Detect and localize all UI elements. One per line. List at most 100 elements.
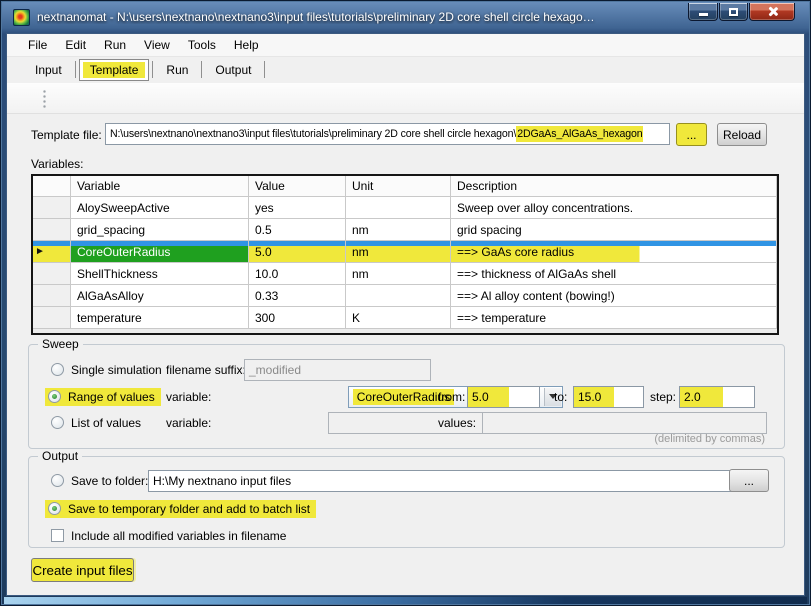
window-title: nextnanomat - N:\users\nextnano\nextnano… bbox=[37, 10, 597, 24]
cell-unit[interactable] bbox=[346, 285, 451, 307]
menu-run[interactable]: Run bbox=[95, 35, 135, 55]
cell-value[interactable]: 5.0 bbox=[249, 241, 346, 263]
cell-value[interactable]: 300 bbox=[249, 307, 346, 329]
cell-unit[interactable]: nm bbox=[346, 263, 451, 285]
single-simulation-label: Single simulation bbox=[71, 363, 162, 377]
cell-variable[interactable]: AlGaAsAlloy bbox=[71, 285, 249, 307]
tab-separator bbox=[201, 61, 202, 78]
column-header-description[interactable]: Description bbox=[451, 176, 777, 197]
cell-value[interactable]: 0.33 bbox=[249, 285, 346, 307]
range-of-values-radio[interactable] bbox=[48, 390, 61, 403]
column-header-unit[interactable]: Unit bbox=[346, 176, 451, 197]
to-label: to: bbox=[554, 390, 567, 404]
save-to-folder-radio[interactable] bbox=[51, 474, 64, 487]
column-header-variable[interactable]: Variable bbox=[71, 176, 249, 197]
maximize-icon bbox=[729, 8, 738, 16]
cell-description[interactable]: grid spacing bbox=[451, 219, 777, 241]
menu-tools[interactable]: Tools bbox=[179, 35, 225, 55]
sweep-group: Sweep Single simulation filename suffix:… bbox=[28, 344, 785, 449]
variables-label: Variables: bbox=[31, 157, 83, 171]
cell-variable[interactable]: AloySweepActive bbox=[71, 197, 249, 219]
window-bottom-edge bbox=[4, 597, 807, 604]
cell-unit[interactable]: nm bbox=[346, 241, 451, 263]
cell-variable[interactable]: ShellThickness bbox=[71, 263, 249, 285]
cell-description[interactable]: ==> Al alloy content (bowing!) bbox=[451, 285, 777, 307]
tab-separator bbox=[75, 61, 76, 78]
from-input[interactable]: 5.0 bbox=[467, 386, 540, 408]
list-of-values-radio[interactable] bbox=[51, 416, 64, 429]
maximize-button[interactable] bbox=[719, 3, 748, 21]
range-variable-label: variable: bbox=[166, 390, 211, 404]
browse-template-button[interactable]: ... bbox=[676, 123, 707, 146]
tab-run[interactable]: Run bbox=[156, 60, 198, 80]
list-of-values-label: List of values bbox=[71, 416, 141, 430]
browse-folder-button[interactable]: ... bbox=[729, 469, 769, 492]
filename-suffix-label: filename suffix: bbox=[166, 363, 246, 377]
values-input[interactable] bbox=[482, 412, 767, 434]
minimize-button[interactable] bbox=[688, 3, 718, 21]
menu-view[interactable]: View bbox=[135, 35, 179, 55]
to-input[interactable]: 15.0 bbox=[573, 386, 644, 408]
row-header-selected[interactable]: ► bbox=[33, 241, 71, 263]
close-button[interactable] bbox=[749, 3, 795, 21]
list-variable-label: variable: bbox=[166, 416, 211, 430]
include-variables-checkbox[interactable] bbox=[51, 529, 64, 542]
cell-unit[interactable]: K bbox=[346, 307, 451, 329]
cell-description[interactable]: ==> temperature bbox=[451, 307, 777, 329]
tab-template-label: Template bbox=[83, 62, 146, 78]
cell-description[interactable]: Sweep over alloy concentrations. bbox=[451, 197, 777, 219]
range-of-values-option[interactable]: Range of values bbox=[45, 388, 161, 406]
cell-description[interactable]: ==> thickness of AlGaAs shell bbox=[451, 263, 777, 285]
row-header[interactable] bbox=[33, 307, 71, 329]
save-temporary-radio[interactable] bbox=[48, 502, 61, 515]
app-icon bbox=[13, 9, 30, 26]
tab-template[interactable]: Template bbox=[79, 59, 150, 81]
output-group-title: Output bbox=[38, 449, 82, 463]
cell-variable-selected[interactable]: CoreOuterRadius bbox=[71, 241, 249, 263]
variables-table: Variable Value Unit Description AloySwee… bbox=[31, 174, 779, 335]
single-simulation-radio[interactable] bbox=[51, 363, 64, 376]
cell-variable[interactable]: temperature bbox=[71, 307, 249, 329]
template-file-label: Template file: bbox=[31, 128, 102, 142]
minimize-icon bbox=[699, 13, 708, 16]
row-header[interactable] bbox=[33, 197, 71, 219]
table-filler bbox=[33, 329, 777, 333]
menu-help[interactable]: Help bbox=[225, 35, 268, 55]
save-folder-input[interactable]: H:\My nextnano input files bbox=[148, 470, 738, 492]
step-input[interactable]: 2.0 bbox=[679, 386, 755, 408]
titlebar[interactable]: nextnanomat - N:\users\nextnano\nextnano… bbox=[4, 3, 807, 31]
toolbar bbox=[7, 83, 804, 114]
reload-button[interactable]: Reload bbox=[717, 123, 767, 146]
save-temporary-label: Save to temporary folder and add to batc… bbox=[68, 502, 310, 516]
create-input-files-button[interactable]: Create input files bbox=[31, 558, 134, 582]
from-label: from: bbox=[438, 390, 465, 404]
range-of-values-label: Range of values bbox=[68, 390, 155, 404]
menu-edit[interactable]: Edit bbox=[56, 35, 95, 55]
save-temporary-option[interactable]: Save to temporary folder and add to batc… bbox=[45, 500, 316, 518]
cell-value[interactable]: 10.0 bbox=[249, 263, 346, 285]
filename-suffix-input[interactable]: _modified bbox=[244, 359, 431, 381]
tab-strip: Input Template Run Output bbox=[7, 57, 804, 82]
sweep-group-title: Sweep bbox=[38, 337, 83, 351]
cell-value[interactable]: yes bbox=[249, 197, 346, 219]
column-header-value[interactable]: Value bbox=[249, 176, 346, 197]
row-header[interactable] bbox=[33, 263, 71, 285]
include-variables-label: Include all modified variables in filena… bbox=[71, 529, 286, 543]
app-window: nextnanomat - N:\users\nextnano\nextnano… bbox=[0, 0, 811, 606]
cell-description[interactable]: ==> GaAs core radius bbox=[451, 241, 777, 263]
cell-unit[interactable]: nm bbox=[346, 219, 451, 241]
row-header[interactable] bbox=[33, 219, 71, 241]
template-file-path: N:\users\nextnano\nextnano3\input files\… bbox=[110, 128, 516, 140]
tab-separator bbox=[152, 61, 153, 78]
tab-output[interactable]: Output bbox=[205, 60, 261, 80]
output-group: Output Save to folder: H:\My nextnano in… bbox=[28, 456, 785, 548]
menu-file[interactable]: File bbox=[19, 35, 56, 55]
cell-unit[interactable] bbox=[346, 197, 451, 219]
cell-value[interactable]: 0.5 bbox=[249, 219, 346, 241]
cell-variable[interactable]: grid_spacing bbox=[71, 219, 249, 241]
tab-input[interactable]: Input bbox=[25, 60, 72, 80]
toolbar-grip[interactable] bbox=[43, 89, 46, 109]
template-file-input[interactable]: N:\users\nextnano\nextnano3\input files\… bbox=[105, 123, 670, 145]
save-to-folder-label: Save to folder: bbox=[71, 474, 148, 488]
row-header[interactable] bbox=[33, 285, 71, 307]
